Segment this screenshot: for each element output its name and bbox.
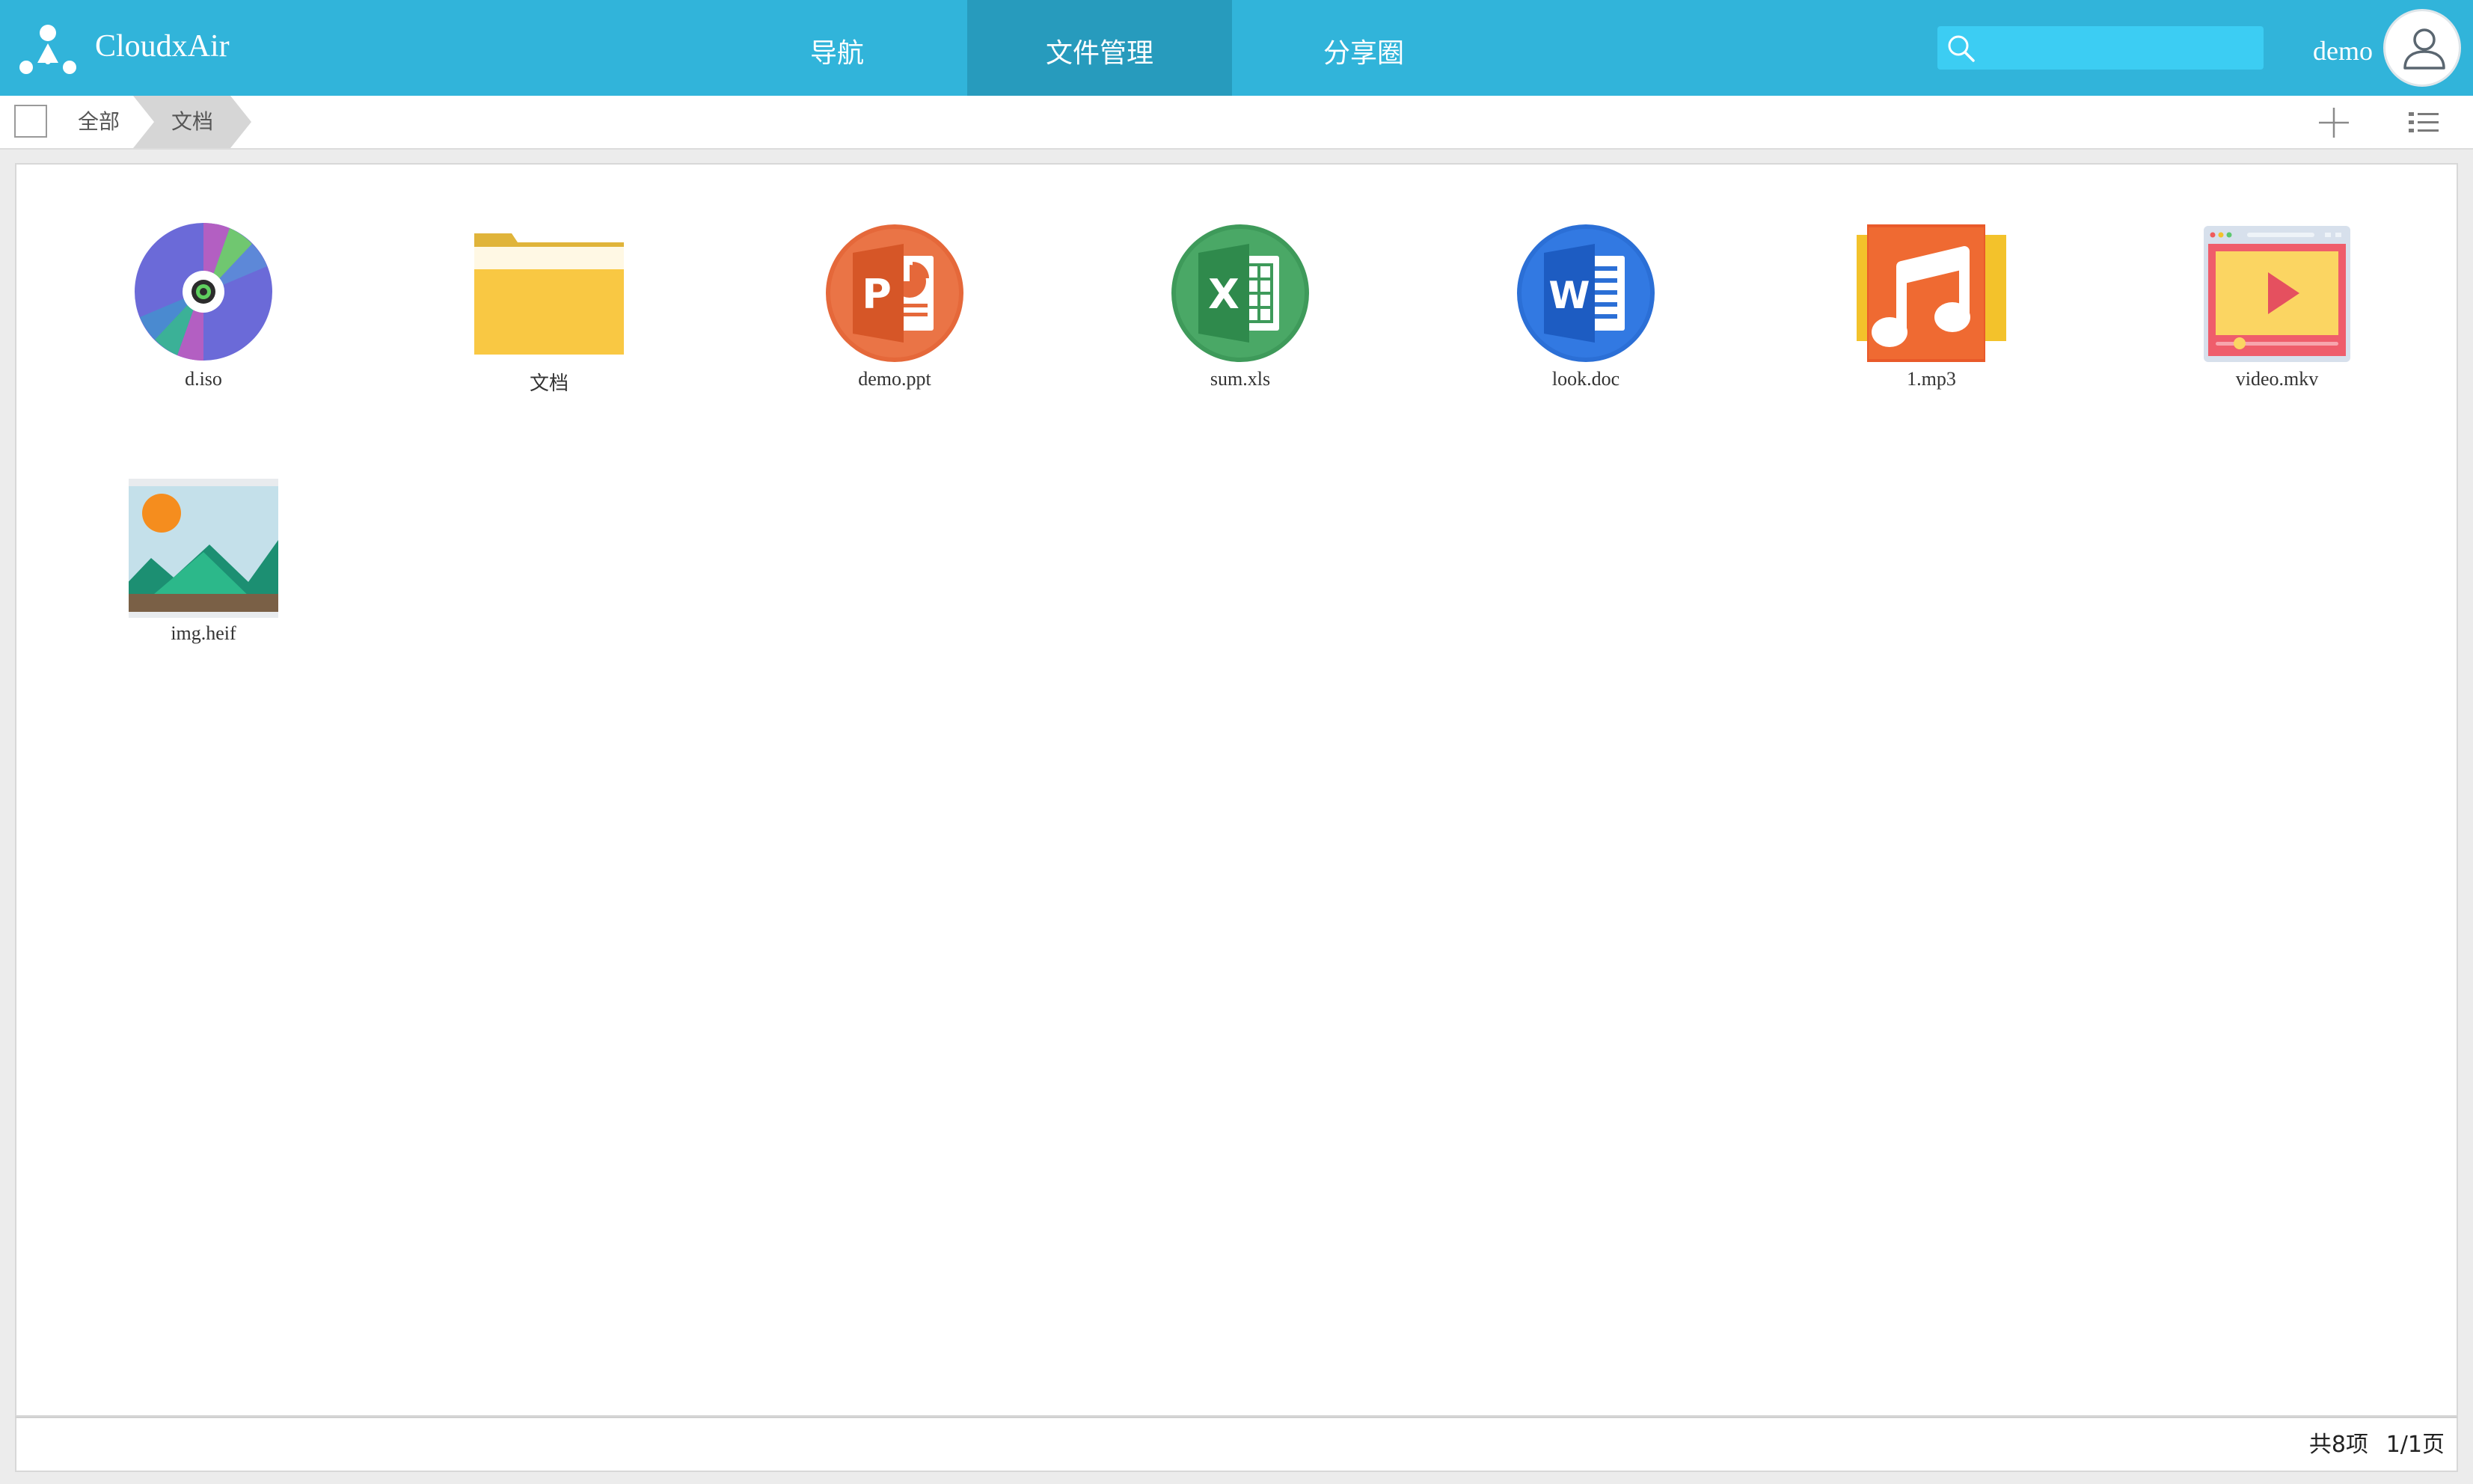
folder-icon [474, 233, 624, 355]
breadcrumb-current[interactable]: 文档 [133, 96, 251, 148]
file-grid: d.iso 文档 P demo.ppt X sum.xls W look.doc… [15, 163, 2458, 1417]
powerpoint-icon: P [826, 224, 963, 362]
status-footer: 共8项 1/1页 [15, 1417, 2458, 1472]
file-name: d.iso [185, 368, 222, 390]
user-icon [2403, 28, 2445, 70]
search-input[interactable] [1984, 31, 2253, 65]
file-item-d-iso[interactable]: d.iso [54, 223, 353, 417]
breadcrumb-current-label: 文档 [171, 109, 213, 134]
item-count: 共8项 [2308, 1432, 2368, 1458]
image-icon [129, 479, 278, 618]
username[interactable]: demo [2274, 30, 2373, 72]
file-name: img.heif [171, 622, 236, 644]
svg-text:P: P [862, 271, 892, 318]
file-item-look-doc[interactable]: W look.doc [1436, 223, 1735, 417]
svg-text:W: W [1548, 274, 1590, 317]
file-name: video.mkv [2235, 368, 2319, 390]
word-icon: W [1517, 224, 1655, 362]
list-view-icon[interactable] [2407, 106, 2440, 139]
select-all-checkbox[interactable] [14, 105, 47, 138]
brand-name[interactable]: CloudxAir [95, 24, 230, 69]
file-name: sum.xls [1210, 368, 1271, 390]
tab-share-circle[interactable]: 分享圈 [1231, 0, 1496, 96]
file-item-video-mkv[interactable]: video.mkv [2127, 223, 2427, 417]
avatar[interactable] [2383, 9, 2461, 87]
svg-text:X: X [1208, 271, 1239, 318]
file-item-sum-xls[interactable]: X sum.xls [1091, 223, 1390, 417]
search-icon[interactable] [1945, 32, 1978, 65]
file-item-1-mp3[interactable]: 1.mp3 [1782, 223, 2081, 417]
file-name: 1.mp3 [1907, 368, 1956, 390]
file-item-demo-ppt[interactable]: P demo.ppt [745, 223, 1044, 417]
file-item-img-heif[interactable]: img.heif [54, 477, 353, 672]
tab-navigation[interactable]: 导航 [705, 0, 969, 96]
file-name: demo.ppt [858, 368, 931, 390]
search-box[interactable] [1937, 26, 2264, 70]
tab-file-management[interactable]: 文件管理 [967, 0, 1232, 96]
plus-icon[interactable] [2317, 106, 2350, 139]
video-player-icon [2204, 226, 2350, 362]
file-name: look.doc [1551, 368, 1620, 390]
file-name: 文档 [529, 372, 569, 394]
disc-icon [135, 223, 272, 361]
music-icon [1857, 224, 2006, 362]
cloud-logo-icon [19, 25, 76, 74]
top-header: CloudxAir 导航 文件管理 分享圈 demo [0, 0, 2473, 96]
excel-icon: X [1171, 224, 1309, 362]
breadcrumb-toolbar: 全部 文档 [0, 96, 2473, 150]
file-item-folder[interactable]: 文档 [399, 223, 699, 417]
page-indicator: 1/1页 [2385, 1432, 2445, 1458]
breadcrumb-all[interactable]: 全部 [58, 96, 139, 148]
